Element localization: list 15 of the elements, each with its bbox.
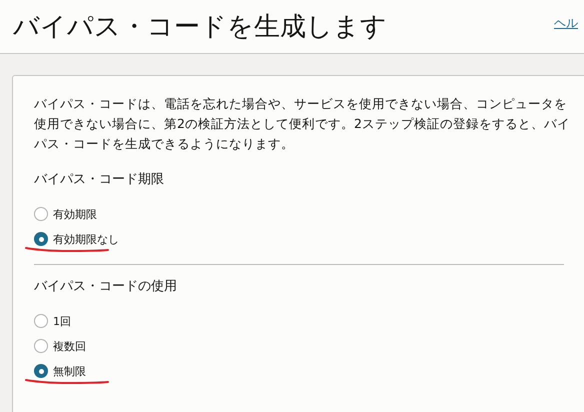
radio-label: 複数回 [53, 339, 86, 355]
radio-button[interactable] [34, 314, 48, 328]
radio-button[interactable] [34, 339, 48, 353]
section-heading: バイパス・コードの使用 [34, 278, 178, 296]
radio-button[interactable] [34, 364, 48, 378]
help-link[interactable]: ヘル [554, 14, 584, 32]
radio-label: 1回 [53, 314, 71, 330]
radio-label: 有効期限 [53, 207, 97, 223]
radio-label: 有効期限なし [53, 232, 119, 248]
radio-button[interactable] [34, 207, 48, 221]
radio-label: 無制限 [53, 364, 86, 380]
page-title: バイパス・コードを生成します [13, 14, 387, 40]
section-heading: バイパス・コード期限 [34, 171, 165, 189]
description-text: バイパス・コードは、電話を忘れた場合や、サービスを使用できない場合、コンピュータを使用できない場合に、第2の検証方法として便利です。2ステップ検証の登録をすると、バイパス・コードを生成できるようになります。 [34, 95, 570, 153]
radio-button[interactable] [34, 232, 48, 246]
